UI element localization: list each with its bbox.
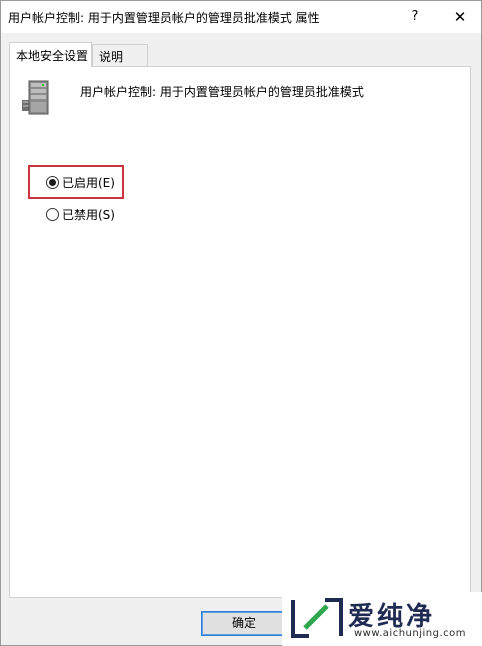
help-button[interactable]: ? — [401, 5, 429, 29]
radio-disabled-label: 已禁用(S) — [62, 207, 115, 222]
watermark-logo-icon — [291, 598, 343, 638]
ok-button[interactable]: 确定 — [201, 611, 287, 636]
radio-disabled[interactable]: 已禁用(S) — [46, 205, 115, 223]
close-button[interactable]: ✕ — [445, 5, 475, 29]
tab-label: 本地安全设置 — [16, 49, 89, 63]
window-title: 用户帐户控制: 用于内置管理员帐户的管理员批准模式 属性 — [8, 11, 320, 25]
server-icon — [22, 80, 49, 115]
radio-enabled[interactable]: 已启用(E) — [46, 173, 115, 191]
properties-dialog: 用户帐户控制: 用于内置管理员帐户的管理员批准模式 属性 ? ✕ 本地安全设置 … — [0, 0, 482, 646]
radio-enabled-label: 已启用(E) — [62, 175, 115, 190]
radio-unchecked-icon[interactable] — [46, 207, 59, 221]
policy-title: 用户帐户控制: 用于内置管理员帐户的管理员批准模式 — [80, 85, 364, 99]
watermark-url: www.aichunjing.com — [354, 628, 466, 639]
watermark: 爱纯净 www.aichunjing.com — [282, 592, 482, 646]
tab-panel: 用户帐户控制: 用于内置管理员帐户的管理员批准模式 已启用(E) 已禁用(S) — [9, 66, 471, 598]
tab-strip: 本地安全设置 说明 — [9, 42, 469, 67]
radio-checked-icon[interactable] — [46, 175, 59, 189]
title-bar[interactable]: 用户帐户控制: 用于内置管理员帐户的管理员批准模式 属性 ? ✕ — [1, 1, 481, 33]
tab-explain[interactable]: 说明 — [92, 44, 148, 66]
tab-local-security-setting[interactable]: 本地安全设置 — [9, 42, 92, 67]
tab-label: 说明 — [99, 50, 124, 64]
